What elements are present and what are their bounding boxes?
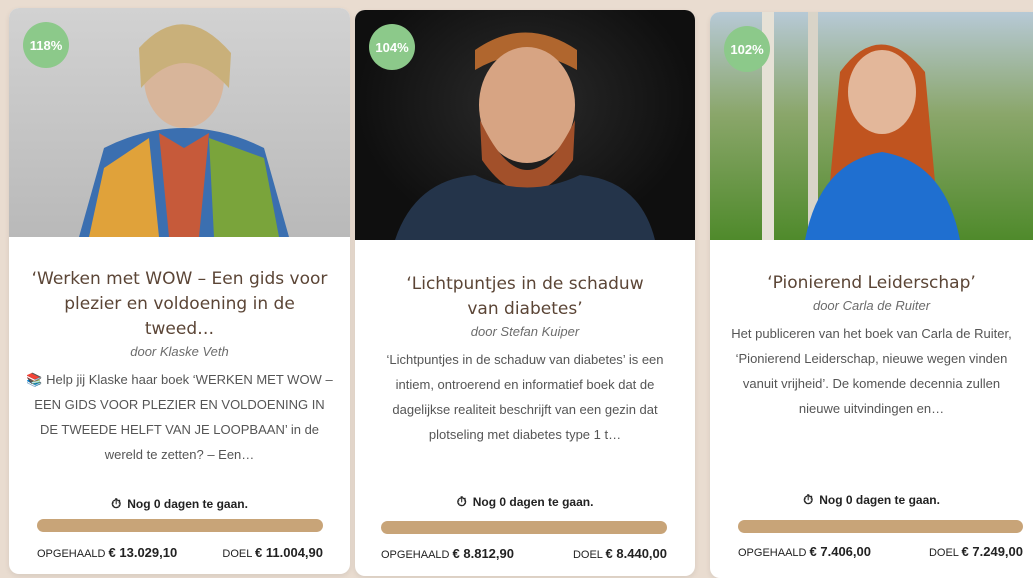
funding-summary: OPGEHAALD € 8.812,90 DOEL € 8.440,00: [381, 546, 667, 561]
raised-amount: € 13.029,10: [108, 545, 178, 560]
funding-summary: OPGEHAALD € 7.406,00 DOEL € 7.249,00: [738, 544, 1023, 559]
funded-percentage-badge: 104%: [369, 24, 415, 70]
countdown-text: Nog 0 dagen te gaan.: [819, 493, 940, 507]
campaign-title[interactable]: ‘Lichtpuntjes in de schaduw van diabetes…: [355, 272, 695, 322]
raised-amount: € 7.406,00: [809, 544, 871, 559]
funded-percentage-badge: 118%: [23, 22, 69, 68]
countdown: ⏱ Nog 0 dagen te gaan.: [710, 492, 1033, 508]
campaign-description: ‘Lichtpuntjes in de schaduw van diabetes…: [386, 352, 664, 442]
goal-label: DOEL: [928, 547, 959, 559]
countdown-text: Nog 0 dagen te gaan.: [127, 497, 248, 511]
campaign-author: door Carla de Ruiter: [812, 298, 931, 313]
campaign-photo[interactable]: 102%: [710, 12, 1033, 240]
goal-amount: € 7.249,00: [961, 544, 1023, 559]
campaign-description: 📚 Help jij Klaske haar boek ‘WERKEN MET …: [26, 372, 333, 462]
countdown-text: Nog 0 dagen te gaan.: [472, 495, 594, 509]
campaign-title[interactable]: ‘Pionierend Leiderschap’: [710, 271, 1033, 296]
progress-bar: [37, 519, 323, 532]
goal-label: DOEL: [572, 549, 603, 561]
stopwatch-icon: ⏱: [456, 494, 467, 509]
funding-summary: OPGEHAALD € 13.029,10 DOEL € 11.004,90: [37, 545, 323, 560]
stopwatch-icon: ⏱: [111, 496, 122, 511]
progress-bar: [738, 520, 1023, 533]
funded-percentage-badge: 102%: [724, 26, 770, 72]
goal-label: DOEL: [222, 548, 252, 560]
campaign-photo[interactable]: 104%: [355, 10, 695, 240]
campaign-photo[interactable]: 118%: [9, 8, 350, 237]
goal-amount: € 11.004,90: [255, 545, 323, 560]
countdown: ⏱ Nog 0 dagen te gaan.: [355, 494, 695, 510]
goal-amount: € 8.440,00: [605, 546, 667, 561]
raised-amount: € 8.812,90: [452, 546, 514, 561]
raised-label: OPGEHAALD: [738, 547, 807, 559]
countdown: ⏱ Nog 0 dagen te gaan.: [9, 496, 350, 512]
campaign-author: door Klaske Veth: [130, 344, 229, 359]
campaign-description: Het publiceren van het boek van Carla de…: [731, 326, 1012, 416]
raised-label: OPGEHAALD: [37, 548, 106, 560]
campaign-card-werken-met-wow[interactable]: 118% ‘Werken met WOW – Een gids voor ple…: [9, 8, 350, 574]
progress-bar: [381, 521, 667, 534]
campaign-card-lichtpuntjes[interactable]: 104% ‘Lichtpuntjes in de schaduw van dia…: [355, 10, 695, 576]
campaign-title[interactable]: ‘Werken met WOW – Een gids voor plezier …: [9, 267, 350, 342]
raised-label: OPGEHAALD: [381, 549, 450, 561]
campaign-card-pionierend-leiderschap[interactable]: 102% ‘Pionierend Leiderschap’ door Carla…: [710, 12, 1033, 578]
stopwatch-icon: ⏱: [803, 492, 814, 507]
campaign-author: door Stefan Kuiper: [470, 324, 580, 339]
